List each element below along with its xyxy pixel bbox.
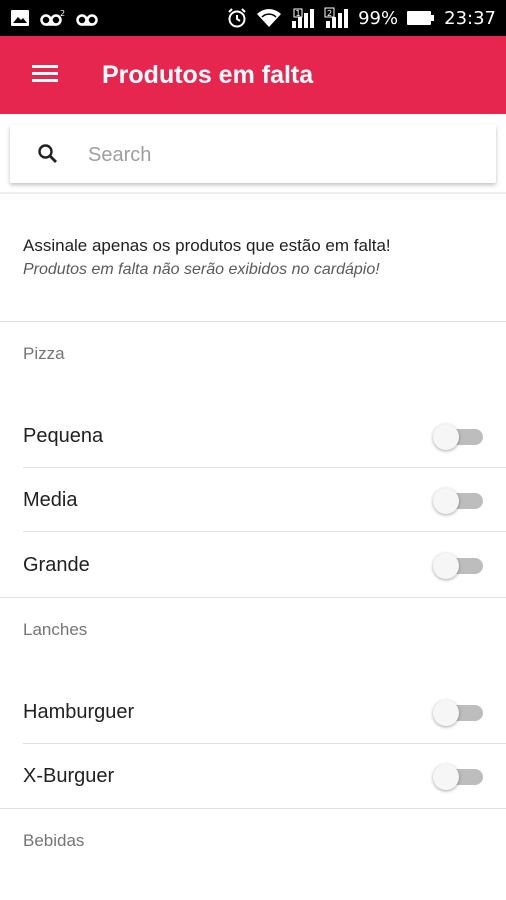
toggle-thumb	[433, 700, 459, 726]
out-of-stock-toggle[interactable]	[433, 764, 485, 790]
toggle-thumb	[433, 488, 459, 514]
search-icon	[36, 142, 60, 166]
toggle-thumb	[433, 553, 459, 579]
notice-warning: Produtos em falta não serão exibidos no …	[23, 261, 380, 278]
out-of-stock-toggle[interactable]	[433, 424, 485, 450]
toggle-thumb	[433, 764, 459, 790]
section-title-lanches: Lanches	[23, 620, 88, 639]
page-title: Produtos em falta	[102, 61, 314, 89]
out-of-stock-toggle[interactable]	[433, 488, 485, 514]
status-right-icons: 1 2 99% 23:37	[226, 5, 496, 31]
wifi-icon	[256, 7, 282, 29]
status-left-icons: 2	[10, 7, 100, 29]
section-title-bebidas: Bebidas	[23, 831, 85, 850]
list-item[interactable]: Pequena	[0, 404, 506, 468]
list-item[interactable]: X-Burguer	[0, 744, 506, 808]
item-label: Grande	[23, 554, 90, 576]
section-divider	[0, 808, 506, 809]
list-item[interactable]: Grande	[0, 533, 506, 597]
menu-icon	[32, 63, 58, 88]
item-divider	[23, 531, 506, 532]
out-of-stock-toggle[interactable]	[433, 553, 485, 579]
signal-icon: 1	[290, 7, 316, 29]
status-bar: 2 1 2 99% 23:37	[0, 0, 506, 36]
battery-icon	[406, 9, 436, 27]
svg-text:1: 1	[296, 9, 301, 18]
section-divider	[0, 321, 506, 322]
search-input[interactable]	[86, 137, 480, 173]
item-label: Pequena	[23, 425, 104, 447]
search-bar[interactable]	[10, 125, 496, 183]
svg-text:2: 2	[60, 9, 65, 18]
battery-percent: 99%	[358, 7, 399, 29]
item-label: X-Burguer	[23, 765, 115, 787]
voicemail-icon: 2	[40, 9, 66, 27]
section-divider	[0, 597, 506, 598]
item-label: Hamburguer	[23, 701, 135, 723]
signal-icon: 2	[324, 7, 350, 29]
voicemail-icon	[76, 9, 100, 27]
header-divider	[0, 192, 506, 194]
alarm-icon	[226, 7, 248, 29]
notice-instruction: Assinale apenas os produtos que estão em…	[23, 236, 391, 255]
list-item[interactable]: Media	[0, 468, 506, 532]
image-icon	[10, 9, 30, 27]
clock: 23:37	[444, 7, 496, 29]
menu-button[interactable]	[28, 58, 62, 92]
svg-text:2: 2	[327, 9, 332, 18]
out-of-stock-toggle[interactable]	[433, 700, 485, 726]
notice: Assinale apenas os produtos que estão em…	[23, 234, 493, 282]
toggle-thumb	[433, 424, 459, 450]
section-title-pizza: Pizza	[23, 344, 65, 363]
list-item[interactable]: Hamburguer	[0, 680, 506, 744]
app-toolbar: Produtos em falta	[0, 36, 506, 114]
item-label: Media	[23, 489, 78, 511]
